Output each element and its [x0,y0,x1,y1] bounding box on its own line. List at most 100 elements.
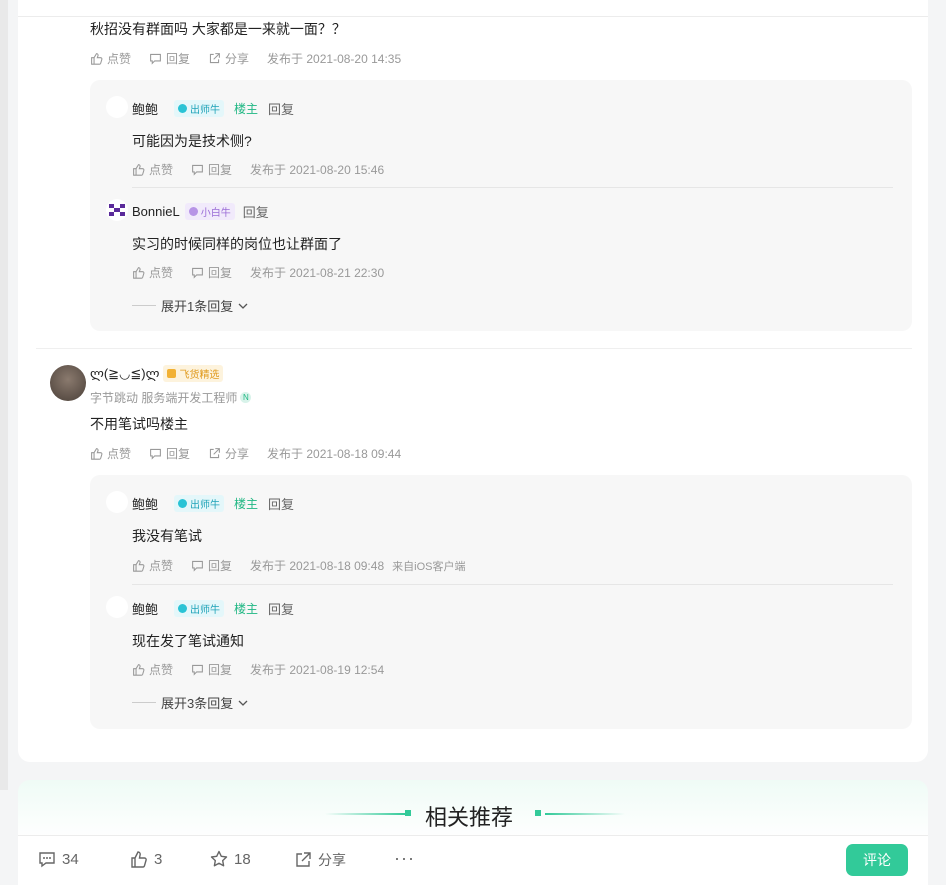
thumbs-up-icon [131,851,147,868]
user-name[interactable]: ლ(≧◡≦)ლ [90,366,159,382]
more-icon: ··· [394,848,415,868]
post-source: 来自iOS客户端 [392,560,466,573]
like-label: 点赞 [149,163,174,177]
post-time: 发布于 2021-08-19 12:54 [250,663,385,677]
reply-label: 回复 [166,52,191,66]
title-line-left [325,813,405,815]
share-icon [296,852,311,867]
avatar[interactable] [106,199,128,221]
reply-label: 回复 [208,663,233,677]
badge-label: 出师牛 [190,105,221,116]
reply-actions: 点赞 回复 发布于 2021-08-21 22:30 [132,264,384,281]
comment-actions: 点赞 回复 分享 发布于 2021-08-20 14:35 [90,50,401,67]
top-divider [18,16,928,17]
avatar[interactable] [106,96,128,118]
reply-label: 回复 [208,163,233,177]
expand-label: 展开3条回复 [161,696,234,711]
thumbs-up-icon [133,664,145,676]
reply-actions: 点赞 回复 发布于 2021-08-19 12:54 [132,661,384,678]
comment-text: 不用笔试吗楼主 [90,416,188,432]
level-badge: 飞货精选 [163,365,224,382]
reply-link[interactable]: 回复 [268,99,294,118]
reply-link[interactable]: 回复 [243,202,269,221]
like-label: 点赞 [107,447,132,461]
favorite-button[interactable]: 18 [210,850,251,868]
share-button[interactable]: 分享 [208,50,249,67]
star-count: 18 [234,850,251,868]
avatar[interactable] [106,491,128,513]
share-button[interactable]: 分享 [208,445,249,462]
left-scroll-strip [0,0,8,790]
reply-divider [132,584,893,585]
more-button[interactable]: ··· [394,848,415,869]
post-time: 发布于 2021-08-20 14:35 [267,52,402,66]
reply-header: BonnieL 小白牛 回复 [132,202,269,221]
reply-text: 我没有笔试 [132,528,202,544]
reply-label: 回复 [208,266,233,280]
reply-link[interactable]: 回复 [268,599,294,618]
comment-header: ლ(≧◡≦)ლ 飞货精选 [90,344,224,382]
reply-text: 可能因为是技术侧? [132,133,252,149]
title-square-left [405,810,411,816]
expand-dash [132,305,156,306]
like-button[interactable]: 3 [130,850,162,868]
user-name[interactable]: 鲍鲍 [132,99,158,118]
user-name[interactable]: 鲍鲍 [132,599,158,618]
reply-button[interactable]: 回复 [149,445,190,462]
user-name[interactable]: 鲍鲍 [132,494,158,513]
avatar[interactable] [106,596,128,618]
share-icon [209,53,220,64]
share-icon [209,448,220,459]
title-square-right [535,810,541,816]
reply-link[interactable]: 回复 [268,494,294,513]
avatar[interactable] [50,365,86,401]
reply-header: 鲍鲍 出师牛 楼主 回复 [132,599,294,618]
comment-icon [192,560,203,572]
user-company: 字节跳动 服务端开发工程师 N [90,389,252,406]
like-button[interactable]: 点赞 [90,50,131,67]
thumbs-up-icon [133,560,145,572]
reply-button[interactable]: 回复 [149,50,190,67]
level-badge: 出师牛 [174,600,225,617]
comment-icon [192,267,203,279]
like-button[interactable]: 点赞 [132,264,173,281]
reply-text: 实习的时候同样的岗位也让群面了 [132,236,342,252]
chevron-down-icon [238,303,248,309]
like-button[interactable]: 点赞 [132,161,173,178]
like-button[interactable]: 点赞 [132,661,173,678]
thumbs-up-icon [91,448,103,460]
expand-replies-button[interactable]: 展开1条回复 [132,296,249,315]
write-comment-button[interactable]: 评论 [846,844,908,876]
thumbs-up-icon [91,53,103,65]
title-line-right [545,813,625,815]
like-label: 点赞 [149,266,174,280]
expand-replies-button[interactable]: 展开3条回复 [132,693,249,712]
share-label: 分享 [225,52,250,66]
like-label: 点赞 [107,52,132,66]
comments-button[interactable]: 34 [38,850,79,868]
like-button[interactable]: 点赞 [90,445,131,462]
verified-icon: N [240,392,252,403]
comment-count: 34 [62,850,79,868]
comment-actions: 点赞 回复 分享 发布于 2021-08-18 09:44 [90,445,401,462]
like-label: 点赞 [149,559,174,573]
reply-button[interactable]: 回复 [191,161,232,178]
badge-icon [188,207,198,216]
reply-actions: 点赞 回复 发布于 2021-08-20 15:46 [132,161,384,178]
star-icon [210,850,228,867]
reply-button[interactable]: 回复 [191,264,232,281]
share-button[interactable]: 分享 [294,850,346,870]
thumbs-up-icon [133,267,145,279]
reply-button[interactable]: 回复 [191,661,232,678]
reply-divider [132,187,893,188]
reply-header: 鲍鲍 出师牛 楼主 回复 [132,494,294,513]
post-time: 发布于 2021-08-18 09:44 [267,447,402,461]
post-time: 发布于 2021-08-21 22:30 [250,266,385,280]
user-name[interactable]: BonnieL [132,204,180,219]
like-label: 点赞 [149,663,174,677]
like-button[interactable]: 点赞 [132,557,173,574]
expand-label: 展开1条回复 [161,299,234,314]
reply-button[interactable]: 回复 [191,557,232,574]
share-label: 分享 [225,447,250,461]
comment-icon [150,448,161,460]
